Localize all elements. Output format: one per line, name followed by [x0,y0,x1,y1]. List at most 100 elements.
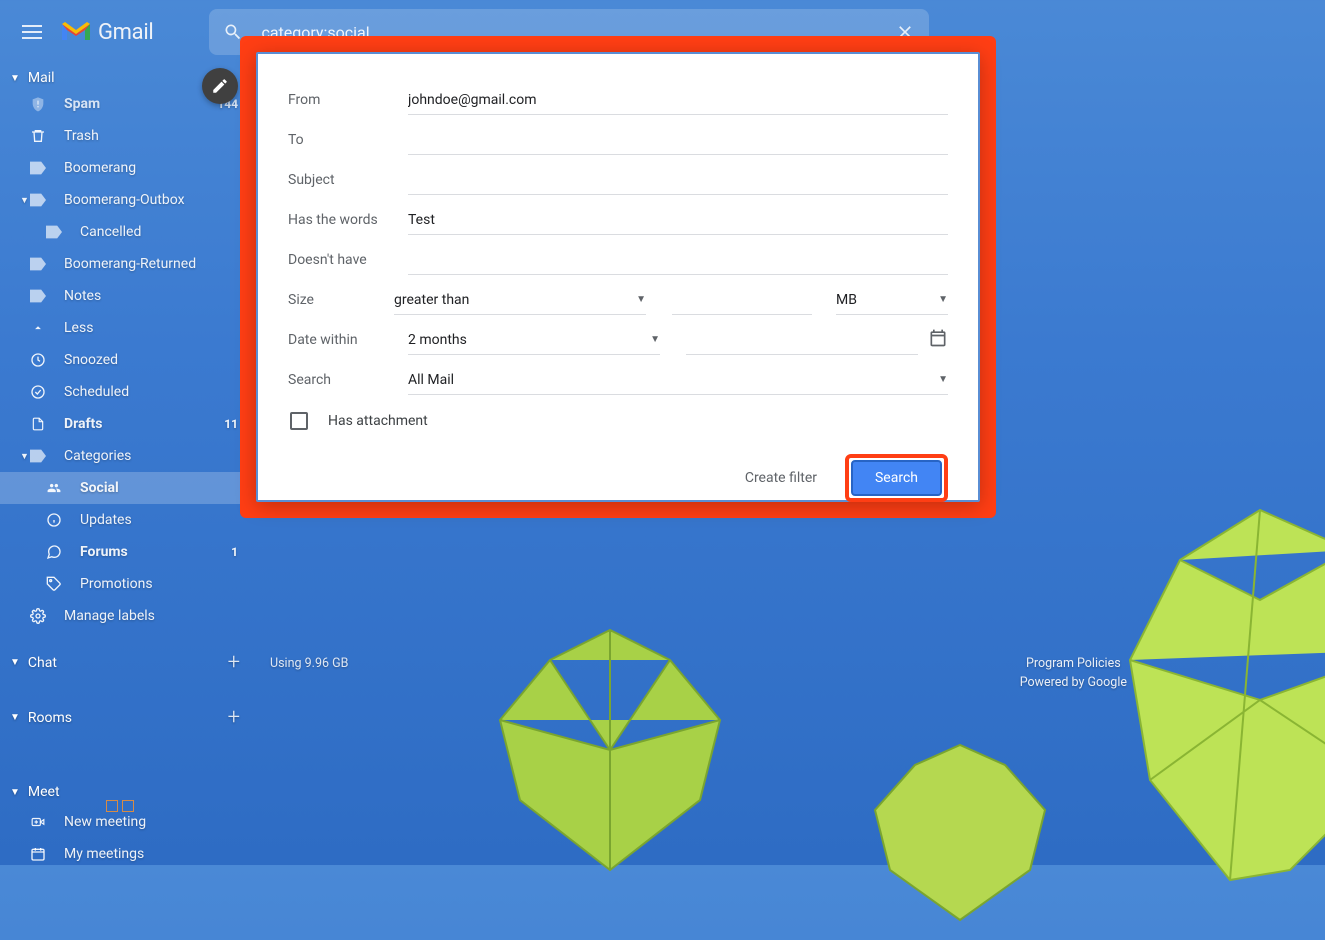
sidebar-item-promotions[interactable]: Promotions [0,568,256,600]
forums-icon [44,542,64,562]
calendar-icon [28,844,48,864]
sidebar-item-label: Cancelled [80,224,141,240]
size-operator-select[interactable]: greater than ▼ [394,286,646,315]
sidebar-item-label: Drafts [64,416,102,432]
label-icon [28,190,48,210]
date-input[interactable] [686,326,918,355]
has-attachment-label: Has attachment [328,413,428,429]
rooms-section-label: Rooms [28,710,72,726]
chevron-down-icon: ▼ [10,712,20,723]
rooms-section-header[interactable]: ▼ Rooms + [0,699,256,736]
tag-icon [44,574,64,594]
sidebar-item-count: 1 [231,545,238,559]
gmail-logo[interactable]: Gmail [60,20,153,45]
date-within-label: Date within [288,332,408,348]
leaf-decoration [1110,500,1325,900]
chevron-down-icon: ▼ [636,294,646,305]
doesnt-have-label: Doesn't have [288,252,408,268]
trash-icon [28,126,48,146]
sidebar-item-label: Boomerang [64,160,136,176]
pencil-icon [211,77,229,95]
sidebar-item-manage-labels[interactable]: Manage labels [0,600,256,632]
sidebar-item-label: Trash [64,128,99,144]
video-plus-icon [28,812,48,832]
date-range-select[interactable]: 2 months ▼ [408,326,660,355]
chat-section-header[interactable]: ▼ Chat + [0,644,256,681]
size-unit-value: MB [836,292,857,308]
sidebar-item-count: 11 [224,417,238,431]
to-input[interactable] [408,126,948,155]
spam-icon [28,94,48,114]
meet-section-label: Meet [28,784,60,800]
search-in-label: Search [288,372,408,388]
storage-usage: Using 9.96 GB [270,656,348,671]
chevron-down-icon: ▼ [20,195,29,206]
search-filter-dialog: From To Subject Has the words Doesn't ha… [256,52,980,502]
sidebar-item-label: Promotions [80,576,153,592]
sidebar-item-trash[interactable]: Trash [0,120,256,152]
sidebar-item-label: Boomerang-Returned [64,256,196,272]
gear-icon [28,606,48,626]
plus-icon[interactable]: + [228,650,246,675]
sidebar-item-boomerang[interactable]: Boomerang [0,152,256,184]
sidebar-item-label: Boomerang-Outbox [64,192,185,208]
sidebar-item-label: Scheduled [64,384,129,400]
footer-links: Program Policies Powered by Google [1020,656,1127,694]
sidebar-item-cancelled[interactable]: Cancelled [0,216,256,248]
has-attachment-checkbox[interactable] [290,412,308,430]
sidebar: ▼ Mail Spam 144 Trash Boomerang ▼ Boomer… [0,64,256,865]
main-menu-button[interactable] [8,8,56,56]
plus-icon[interactable]: + [228,705,246,730]
from-input[interactable] [408,86,948,115]
sidebar-item-snoozed[interactable]: Snoozed [0,344,256,376]
chat-section-label: Chat [28,655,57,671]
from-label: From [288,92,408,108]
info-icon [44,510,64,530]
search-button[interactable]: Search [851,460,942,496]
sidebar-item-my-meetings[interactable]: My meetings [0,838,256,865]
sidebar-item-social[interactable]: Social [0,472,256,504]
search-location-value: All Mail [408,372,454,388]
sidebar-item-boomerang-outbox[interactable]: ▼ Boomerang-Outbox [0,184,256,216]
scheduled-icon [28,382,48,402]
calendar-picker-icon[interactable] [928,328,948,352]
has-words-label: Has the words [288,212,408,228]
sidebar-item-updates[interactable]: Updates [0,504,256,536]
sidebar-item-less[interactable]: Less [0,312,256,344]
program-policies-link[interactable]: Program Policies [1020,656,1127,671]
sidebar-item-notes[interactable]: Notes [0,280,256,312]
to-label: To [288,132,408,148]
app-name: Gmail [98,20,153,45]
search-location-select[interactable]: All Mail ▼ [408,366,948,395]
people-icon [44,478,64,498]
sidebar-item-label: Forums [80,544,128,560]
create-filter-button[interactable]: Create filter [735,462,827,494]
sidebar-item-label: Snoozed [64,352,118,368]
chevron-down-icon: ▼ [938,374,948,385]
sidebar-item-scheduled[interactable]: Scheduled [0,376,256,408]
chevron-up-icon [28,318,48,338]
sidebar-item-categories[interactable]: ▼ Categories [0,440,256,472]
sidebar-item-label: New meeting [64,814,146,830]
sidebar-item-label: Spam [64,96,100,112]
sidebar-item-boomerang-returned[interactable]: Boomerang-Returned [0,248,256,280]
chevron-down-icon: ▼ [10,657,20,668]
clock-icon [28,350,48,370]
size-unit-select[interactable]: MB ▼ [836,286,948,315]
chevron-down-icon: ▼ [20,451,29,462]
chevron-down-icon: ▼ [10,73,20,84]
drafts-icon [28,414,48,434]
sidebar-item-forums[interactable]: Forums 1 [0,536,256,568]
has-words-input[interactable] [408,206,948,235]
compose-button[interactable] [202,68,238,104]
size-operator-value: greater than [394,292,469,308]
sidebar-item-label: Updates [80,512,132,528]
sidebar-item-label: Notes [64,288,101,304]
subject-input[interactable] [408,166,948,195]
sidebar-item-drafts[interactable]: Drafts 11 [0,408,256,440]
size-value-input[interactable] [672,286,812,315]
date-range-value: 2 months [408,332,467,348]
label-icon [28,286,48,306]
subject-label: Subject [288,172,408,188]
doesnt-have-input[interactable] [408,246,948,275]
